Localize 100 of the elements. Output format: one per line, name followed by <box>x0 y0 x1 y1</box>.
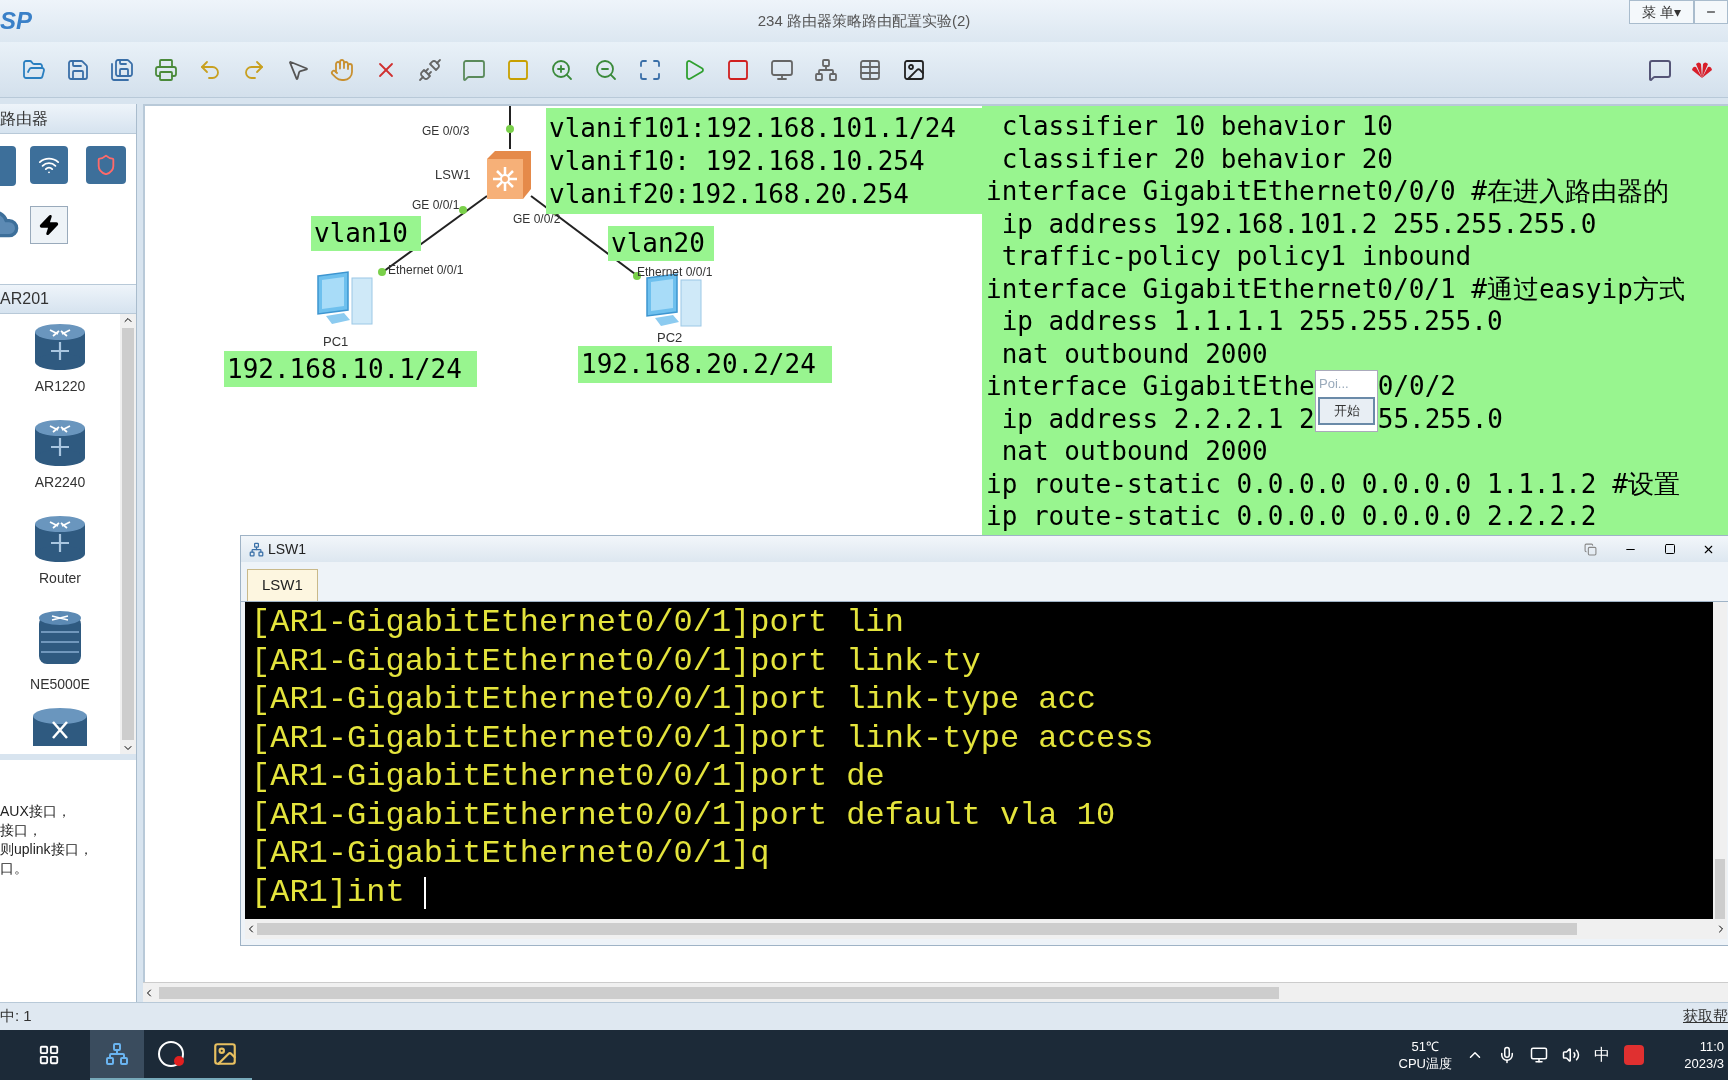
note-text: vlanif20:192.168.20.254 <box>549 177 911 211</box>
config-text: 0/0/2 <box>1377 370 1456 403</box>
note-text: vlanif10: 192.168.10.254 <box>549 144 926 178</box>
chat-icon[interactable] <box>1648 57 1672 82</box>
stop-icon[interactable] <box>726 57 750 82</box>
text-cursor <box>423 876 426 909</box>
help-link[interactable]: 获取帮 <box>1683 1005 1728 1028</box>
config-text: 55.255.0 <box>1377 402 1503 435</box>
lightning-icon[interactable] <box>30 206 68 244</box>
unplug-icon[interactable] <box>418 57 442 82</box>
terminal-line: [AR1]int <box>251 873 406 912</box>
description-text: 接口， <box>0 821 43 840</box>
note-box[interactable]: vlan20 <box>608 226 714 261</box>
note-box[interactable]: 192.168.20.2/24 <box>578 346 832 383</box>
note-box[interactable]: vlanif101:192.168.101.1/24 vlanif10: 192.168.10.254 vlanif20:192.168.20.254 <box>546 108 982 214</box>
window-icon <box>249 541 264 557</box>
description-text: 口。 <box>0 859 29 878</box>
clock-time: 11:0 <box>1699 1038 1724 1055</box>
link-line <box>509 106 511 150</box>
popup-title: Poi... <box>1318 375 1350 393</box>
network-icon[interactable] <box>1530 1046 1548 1064</box>
open-folder-icon[interactable] <box>22 57 46 82</box>
app-logo: SP <box>0 6 32 36</box>
note-text: vlan20 <box>611 227 706 260</box>
status-text: 中: 1 <box>0 1006 32 1027</box>
maximize-icon[interactable] <box>1664 543 1676 555</box>
grid-icon[interactable] <box>858 57 882 82</box>
note-text: vlanif101:192.168.101.1/24 <box>549 111 957 145</box>
config-text: ip address 192.168.101.2 255.255.255.0 <box>1000 207 1597 240</box>
port-label: GE 0/0/3 <box>422 123 470 140</box>
port-dot <box>506 125 514 133</box>
node-label: LSW1 <box>435 166 471 184</box>
port-label: Ethernet 0/0/1 <box>388 262 464 279</box>
port-label: GE 0/0/1 <box>412 197 460 214</box>
clock-date: 2023/3 <box>1684 1055 1724 1072</box>
device-label[interactable]: AR1220 <box>34 376 86 397</box>
input-method[interactable]: 中 <box>1594 1043 1610 1067</box>
category-header: 路由器 <box>0 108 48 129</box>
terminal-line: [AR1-GigabitEthernet0/0/1]port default vla 10 <box>251 796 1116 835</box>
scrollbar[interactable] <box>245 919 1727 939</box>
port-dot <box>459 206 467 214</box>
config-text: nat outbound 2000 <box>1000 435 1268 468</box>
terminal-output[interactable] <box>245 602 1713 919</box>
fit-view-icon[interactable] <box>638 57 662 82</box>
save-as-icon[interactable] <box>110 57 134 82</box>
start-button[interactable]: 开始 <box>1318 397 1375 425</box>
description-text: AUX接口， <box>0 802 72 821</box>
scrollbar[interactable] <box>1713 602 1727 919</box>
input-tool-icon[interactable] <box>1624 1045 1644 1065</box>
device-label[interactable]: NE5000E <box>30 674 90 695</box>
note-text: 192.168.20.2/24 <box>581 348 817 381</box>
screen-icon[interactable] <box>902 57 926 82</box>
printer-icon[interactable] <box>154 57 178 82</box>
temperature-label: CPU温度 <box>1398 1055 1452 1072</box>
topology-icon[interactable] <box>814 57 838 82</box>
terminal-line: [AR1-GigabitEthernet0/0/1]port link-ty <box>251 642 981 681</box>
config-text: interface GigabitEthe <box>986 370 1315 403</box>
model-header: AR201 <box>0 289 49 309</box>
config-text: ip address 2.2.2.1 2 <box>1000 402 1315 435</box>
cx-router-icon <box>31 706 89 746</box>
device-label[interactable]: AR2240 <box>34 472 86 493</box>
scrollbar[interactable] <box>120 314 136 754</box>
router-icon <box>33 418 87 468</box>
menu-button[interactable]: 菜 单▾ <box>1629 0 1694 24</box>
window-title: 234 路由器策略路由配置实验(2) <box>757 10 971 31</box>
device-label[interactable]: Router <box>39 568 81 589</box>
terminal-line: [AR1-GigabitEthernet0/0/1]port link-type acc <box>251 681 1096 720</box>
temperature-reading: 51℃ <box>1411 1038 1439 1055</box>
note-text: vlan10 <box>314 217 409 250</box>
terminal-title: LSW1 <box>268 539 307 559</box>
config-text: interface GigabitEthernet0/0/1 #通过easyip方式 <box>986 272 1685 305</box>
node-label: PC2 <box>657 329 683 347</box>
note-box[interactable]: vlan10 <box>311 216 421 251</box>
router-icon <box>33 322 87 372</box>
volume-icon[interactable] <box>1562 1046 1580 1064</box>
wireless-icon[interactable] <box>30 146 68 184</box>
terminal-line: [AR1-GigabitEthernet0/0/1]port link-type access <box>251 719 1154 758</box>
monitor-icon[interactable] <box>770 57 794 82</box>
config-text: interface GigabitEthernet0/0/0 #在进入路由器的 <box>986 175 1669 208</box>
router-icon <box>33 514 87 564</box>
restore-icon[interactable] <box>1583 542 1597 556</box>
config-text: classifier 20 behavior 20 <box>1000 142 1393 175</box>
task-view-icon[interactable] <box>38 1044 60 1066</box>
microphone-icon[interactable] <box>1498 1046 1516 1064</box>
port-label: GE 0/0/2 <box>513 211 561 228</box>
terminal-line: [AR1-GigabitEthernet0/0/1]port de <box>251 758 885 797</box>
save-icon[interactable] <box>66 57 90 82</box>
terminal-line: [AR1-GigabitEthernet0/0/1]q <box>251 835 770 874</box>
config-text: classifier 10 behavior 10 <box>1000 110 1393 143</box>
zoom-in-icon[interactable] <box>550 57 574 82</box>
zoom-out-icon[interactable] <box>594 57 618 82</box>
config-text: ip address 1.1.1.1 255.255.255.0 <box>1000 305 1503 338</box>
scrollbar[interactable] <box>143 982 1728 1002</box>
config-note[interactable] <box>982 106 1728 535</box>
terminal-line: [AR1-GigabitEthernet0/0/1]port lin <box>251 604 904 643</box>
description-text: 则uplink接口， <box>0 840 94 859</box>
hand-icon[interactable] <box>330 57 354 82</box>
port-dot <box>378 268 386 276</box>
terminal-tab[interactable]: LSW1 <box>247 569 318 601</box>
text-note-icon[interactable] <box>462 57 486 82</box>
